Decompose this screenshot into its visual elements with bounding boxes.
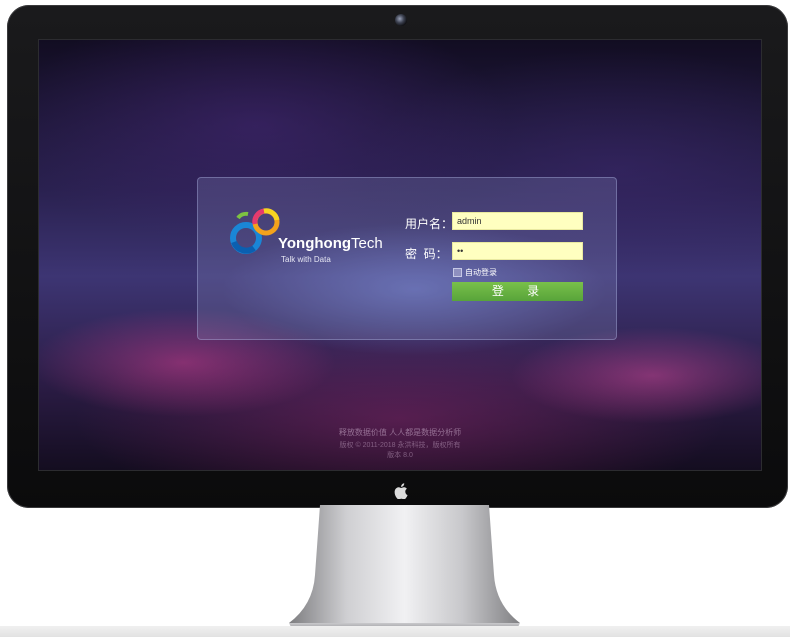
login-screen: YonghongTech Talk with Data 用户名： admin 密… xyxy=(39,40,761,470)
password-input[interactable]: •• xyxy=(452,242,583,260)
username-label: 用户名： xyxy=(405,217,454,231)
yonghong-logo-icon xyxy=(230,208,280,254)
monitor-frame: YonghongTech Talk with Data 用户名： admin 密… xyxy=(7,5,788,508)
auto-login-label: 自动登录 xyxy=(465,268,497,277)
apple-logo-icon xyxy=(390,482,412,500)
monitor-stand xyxy=(289,505,520,631)
password-label: 密 码： xyxy=(405,247,448,261)
login-panel: YonghongTech Talk with Data 用户名： admin 密… xyxy=(197,177,617,340)
login-button[interactable]: 登 录 xyxy=(452,282,583,301)
auto-login-checkbox[interactable] xyxy=(453,268,462,277)
auto-login-option[interactable]: 自动登录 xyxy=(453,267,497,278)
footer-version: 版本 8.0 xyxy=(387,452,413,459)
camera-icon xyxy=(395,14,407,26)
brand-tagline: Talk with Data xyxy=(281,255,331,264)
username-input[interactable]: admin xyxy=(452,212,583,230)
floor-shadow xyxy=(0,626,790,637)
footer-copyright: 版权 © 2011-2018 永洪科技，版权所有 xyxy=(339,442,461,449)
footer-slogan: 释放数据价值 人人都是数据分析师 xyxy=(338,428,462,437)
brand-name: YonghongTech xyxy=(278,235,383,252)
